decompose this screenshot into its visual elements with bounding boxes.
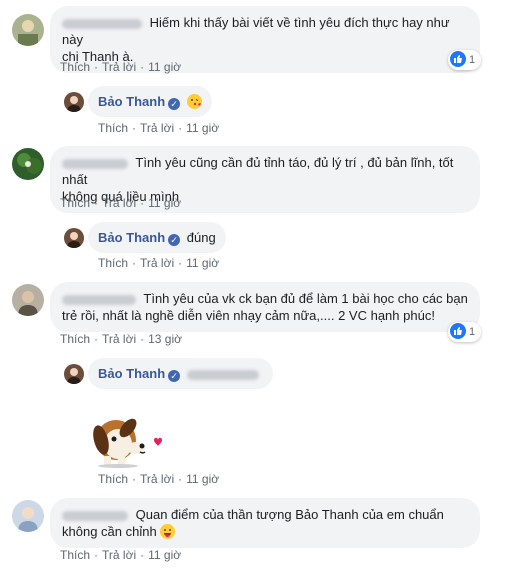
timestamp[interactable]: 11 giờ xyxy=(148,548,181,562)
like-link[interactable]: Thích xyxy=(60,332,90,346)
reply-actions: Thích · Trả lời · 11 giờ xyxy=(98,121,220,135)
reply-bubble: Bảo Thanh ✓ xyxy=(88,358,273,389)
commenter-avatar[interactable] xyxy=(12,500,44,532)
like-link[interactable]: Thích xyxy=(98,121,128,135)
like-link[interactable]: Thích xyxy=(60,196,90,210)
reply-item: Bảo Thanh ✓ đúng Thích · Trả lời · 11 giờ xyxy=(0,220,512,274)
like-reaction-icon xyxy=(450,51,466,67)
reply-link[interactable]: Trả lời xyxy=(102,332,136,346)
comment-item: Hiếm khi thấy bài viết về tình yêu đích … xyxy=(0,0,512,80)
reply-item: Bảo Thanh ✓ Thích · Trả lời · 11 giờ xyxy=(0,84,512,140)
verified-badge-icon: ✓ xyxy=(168,370,181,382)
author-name[interactable]: Bảo Thanh xyxy=(98,94,165,109)
reply-link[interactable]: Trả lời xyxy=(102,196,136,210)
like-link[interactable]: Thích xyxy=(60,60,90,74)
reply-link[interactable]: Trả lời xyxy=(102,60,136,74)
reply-actions: Thích · Trả lời · 11 giờ xyxy=(98,472,220,486)
reply-link[interactable]: Trả lời xyxy=(140,121,174,135)
comment-text-line1: Tình yêu của vk ck bạn đủ để làm 1 bài h… xyxy=(143,291,468,306)
timestamp[interactable]: 11 giờ xyxy=(148,196,181,210)
timestamp[interactable]: 11 giờ xyxy=(148,60,181,74)
commenter-avatar[interactable] xyxy=(12,148,44,180)
comment-bubble: Quan điểm của thần tượng Bảo Thanh của e… xyxy=(50,498,480,548)
blurred-name xyxy=(62,18,142,29)
comment-actions: Thích · Trả lời · 13 giờ xyxy=(60,332,182,346)
timestamp[interactable]: 11 giờ xyxy=(186,121,219,135)
comment-thread: Hiếm khi thấy bài viết về tình yêu đích … xyxy=(0,0,512,570)
commenter-avatar[interactable] xyxy=(12,284,44,316)
comment-text-line2: không cần chỉnh xyxy=(62,524,157,539)
comment-item: Tình yêu của vk ck bạn đủ để làm 1 bài h… xyxy=(0,276,512,354)
reply-bubble: Bảo Thanh ✓ đúng xyxy=(88,222,226,253)
blurred-name xyxy=(62,510,128,521)
author-name[interactable]: Bảo Thanh xyxy=(98,366,165,381)
author-avatar[interactable] xyxy=(64,364,84,384)
like-link[interactable]: Thích xyxy=(98,256,128,270)
reply-link[interactable]: Trả lời xyxy=(140,472,174,486)
reply-item: Bảo Thanh ✓ Thích · Trả lời · 11 giờ xyxy=(0,356,512,486)
like-link[interactable]: Thích xyxy=(60,548,90,562)
commenter-avatar[interactable] xyxy=(12,14,44,46)
reply-link[interactable]: Trả lời xyxy=(140,256,174,270)
author-avatar[interactable] xyxy=(64,228,84,248)
like-link[interactable]: Thích xyxy=(98,472,128,486)
reply-bubble: Bảo Thanh ✓ xyxy=(88,86,212,117)
dog-kiss-sticker-icon[interactable] xyxy=(88,406,168,471)
kiss-emoji-icon xyxy=(186,94,202,109)
reply-link[interactable]: Trả lời xyxy=(102,548,136,562)
comment-bubble: Tình yêu của vk ck bạn đủ để làm 1 bài h… xyxy=(50,282,480,332)
timestamp[interactable]: 13 giờ xyxy=(148,332,182,346)
blurred-name xyxy=(62,294,136,305)
comment-actions: Thích · Trả lời · 11 giờ xyxy=(60,60,182,74)
author-name[interactable]: Bảo Thanh xyxy=(98,230,165,245)
reaction-count[interactable]: 1 xyxy=(448,50,482,70)
reply-text: đúng xyxy=(186,230,216,245)
reply-actions: Thích · Trả lời · 11 giờ xyxy=(98,256,220,270)
verified-badge-icon: ✓ xyxy=(168,234,181,246)
verified-badge-icon: ✓ xyxy=(168,98,181,110)
reaction-count[interactable]: 1 xyxy=(448,322,482,342)
tongue-emoji-icon xyxy=(160,524,176,539)
author-avatar[interactable] xyxy=(64,92,84,112)
comment-actions: Thích · Trả lời · 11 giờ xyxy=(60,196,182,210)
timestamp[interactable]: 11 giờ xyxy=(186,472,219,486)
comment-item: Quan điểm của thần tượng Bảo Thanh của e… xyxy=(0,490,512,570)
blurred-tag xyxy=(186,369,259,380)
timestamp[interactable]: 11 giờ xyxy=(186,256,219,270)
comment-item: Tình yêu cũng cần đủ tỉnh táo, đủ lý trí… xyxy=(0,140,512,220)
blurred-name xyxy=(62,158,128,169)
like-reaction-icon xyxy=(450,323,466,339)
comment-text-line1: Quan điểm của thần tượng Bảo Thanh của e… xyxy=(135,507,444,522)
comment-actions: Thích · Trả lời · 11 giờ xyxy=(60,548,182,562)
comment-text-line2: trẻ rồi, nhất là nghề diễn viên nhạy cảm… xyxy=(62,308,435,323)
